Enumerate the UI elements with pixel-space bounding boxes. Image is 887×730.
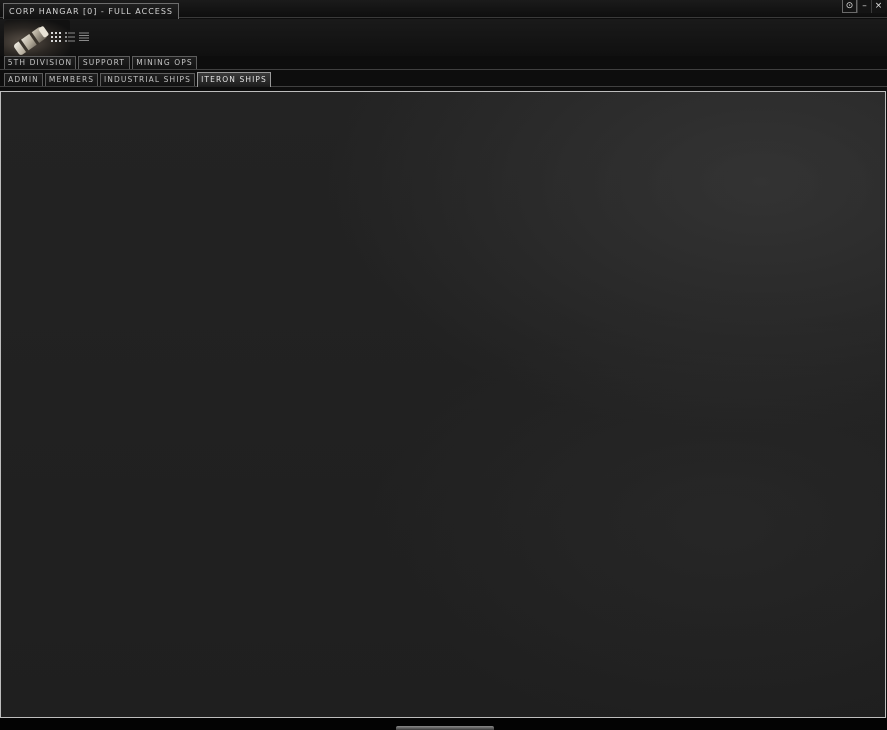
list-view-icon[interactable] xyxy=(79,32,89,42)
window-controls: ⊙ – × xyxy=(842,0,885,13)
tab-5th-division[interactable]: 5TH DIVISION xyxy=(4,56,76,69)
tab-members[interactable]: MEMBERS xyxy=(45,73,98,86)
tab-iteron-ships[interactable]: ITERON SHIPS xyxy=(197,72,271,87)
icons-view-icon[interactable] xyxy=(51,32,61,42)
tab-mining-ops[interactable]: MINING OPS xyxy=(132,56,197,69)
section-tabs: ADMIN MEMBERS INDUSTRIAL SHIPS ITERON SH… xyxy=(0,72,887,87)
minimize-icon[interactable]: – xyxy=(857,0,871,13)
title-bar[interactable]: CORP HANGAR [0] - FULL ACCESS ⊙ – × xyxy=(0,0,887,19)
close-icon[interactable]: × xyxy=(871,0,885,13)
window-title[interactable]: CORP HANGAR [0] - FULL ACCESS xyxy=(3,3,179,19)
hangar-contents-panel[interactable] xyxy=(0,91,886,718)
resize-handle[interactable] xyxy=(396,726,494,730)
hangar-header xyxy=(0,19,887,56)
options-icon[interactable]: ⊙ xyxy=(842,0,857,13)
tab-support[interactable]: SUPPORT xyxy=(78,56,130,69)
division-tabs: 5TH DIVISION SUPPORT MINING OPS xyxy=(0,55,887,70)
details-view-icon[interactable] xyxy=(65,32,75,42)
view-mode-toggle xyxy=(51,32,89,42)
corp-hangar-window: CORP HANGAR [0] - FULL ACCESS ⊙ – × 5TH … xyxy=(0,0,887,730)
tab-industrial-ships[interactable]: INDUSTRIAL SHIPS xyxy=(100,73,195,86)
tab-admin[interactable]: ADMIN xyxy=(4,73,43,86)
